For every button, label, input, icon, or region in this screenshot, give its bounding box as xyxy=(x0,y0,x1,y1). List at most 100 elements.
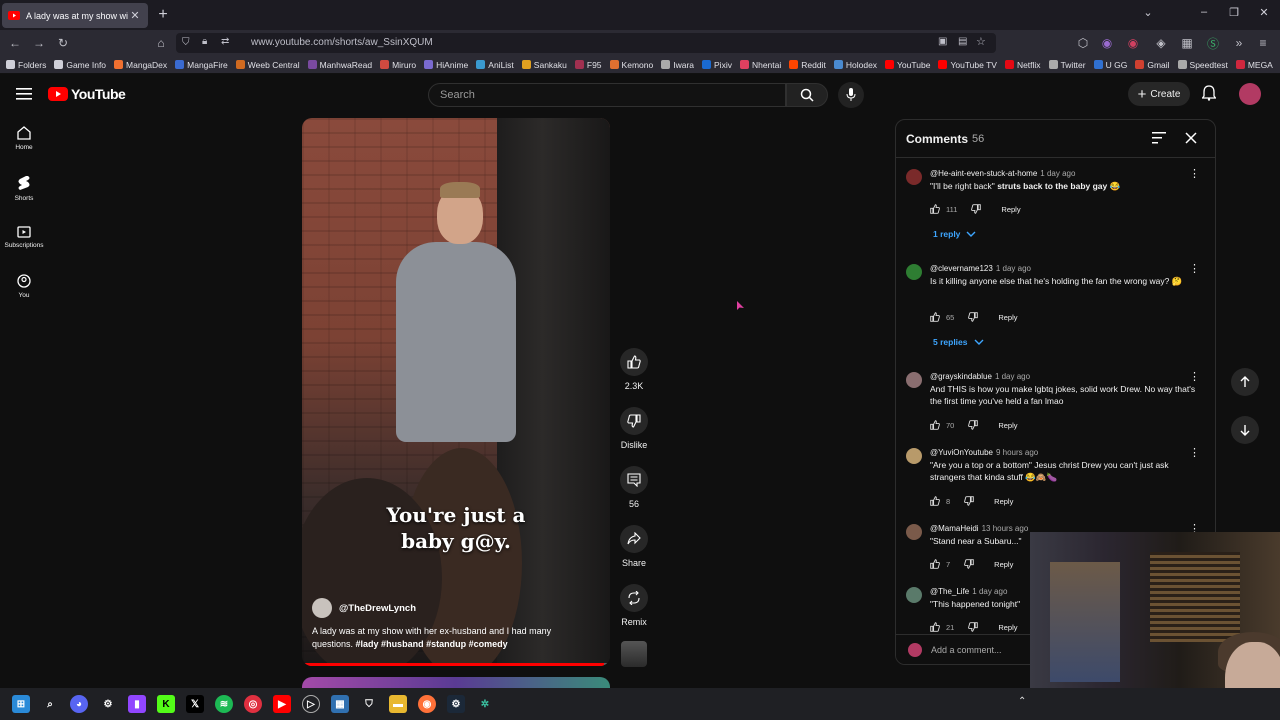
next-short-button[interactable] xyxy=(1231,416,1259,444)
commenter-handle[interactable]: @MamaHeidi xyxy=(930,524,979,533)
tray-chevron-icon[interactable]: ⌃ xyxy=(1018,696,1026,707)
sidebar-item-you[interactable]: You xyxy=(0,274,48,299)
comment-time[interactable]: 1 day ago xyxy=(1040,169,1075,178)
thumbs-up-icon[interactable] xyxy=(930,312,940,322)
x-twitter-icon[interactable]: 𝕏 xyxy=(186,695,204,713)
list-tabs-icon[interactable]: ⌄ xyxy=(1138,6,1158,19)
start-icon[interactable]: ⊞ xyxy=(12,695,30,713)
create-button[interactable]: + Create xyxy=(1128,82,1190,106)
thumbs-up-icon[interactable] xyxy=(930,622,940,632)
commenter-handle[interactable]: @grayskindablue xyxy=(930,372,992,381)
minimize-button[interactable]: – xyxy=(1194,6,1214,18)
bookmark-item[interactable]: U GG xyxy=(1093,60,1127,70)
close-comments-icon[interactable] xyxy=(1184,131,1198,145)
next-short-preview[interactable] xyxy=(302,677,610,688)
voice-search-button[interactable] xyxy=(838,82,864,108)
thumbs-down-icon[interactable] xyxy=(971,204,982,214)
view-replies-button[interactable]: 5 replies xyxy=(933,337,984,347)
extension-purple-icon[interactable]: ◉ xyxy=(1098,34,1116,52)
view-replies-button[interactable]: 1 reply xyxy=(933,229,976,239)
twitch-icon[interactable]: ▮ xyxy=(128,695,146,713)
share-button[interactable]: Share xyxy=(618,525,650,568)
bookmark-item[interactable]: YouTube xyxy=(885,60,930,70)
remix-button[interactable]: Remix xyxy=(618,584,650,627)
channel-name[interactable]: @TheDrewLynch xyxy=(339,603,416,614)
thumbs-up-icon[interactable] xyxy=(930,420,940,430)
commenter-handle[interactable]: @He-aint-even-stuck-at-home xyxy=(930,169,1037,178)
description-hashtags[interactable]: #lady #husband #standup #comedy xyxy=(356,639,508,649)
bookmark-item[interactable]: Speedtest xyxy=(1177,60,1228,70)
commenter-avatar[interactable] xyxy=(906,448,922,464)
screenshot-icon[interactable]: ▣ xyxy=(938,36,947,47)
previous-short-button[interactable] xyxy=(1231,368,1259,396)
bookmark-item[interactable]: Holodex xyxy=(833,60,877,70)
notifications-bell-icon[interactable] xyxy=(1202,85,1216,101)
back-icon[interactable]: ← xyxy=(6,34,24,52)
file-explorer-icon[interactable]: ▬ xyxy=(389,695,407,713)
reply-button[interactable]: Reply xyxy=(1001,205,1020,214)
url-text[interactable]: www.youtube.com/shorts/aw_SsinXQUM xyxy=(251,37,433,48)
extension-square-icon[interactable]: ▦ xyxy=(1178,34,1196,52)
bookmark-item[interactable]: Nhentai xyxy=(739,60,781,70)
thumbs-down-icon[interactable] xyxy=(964,559,974,569)
bookmark-item[interactable]: YouTube TV xyxy=(938,60,997,70)
thumbs-down-icon[interactable] xyxy=(968,420,979,430)
bookmark-item[interactable]: HiAnime xyxy=(424,60,468,70)
reply-button[interactable]: Reply xyxy=(998,623,1017,632)
thumbs-down-icon[interactable] xyxy=(968,622,979,632)
commenter-avatar[interactable] xyxy=(906,524,922,540)
comment-time[interactable]: 1 day ago xyxy=(972,587,1007,596)
comments-button[interactable]: 56 xyxy=(618,466,650,509)
reply-button[interactable]: Reply xyxy=(994,497,1013,506)
menu-hamburger-icon[interactable]: ≡ xyxy=(1254,34,1272,52)
shield-app-icon[interactable]: ⛉ xyxy=(360,695,378,713)
bookmark-item[interactable]: Folders xyxy=(6,60,46,70)
commenter-avatar[interactable] xyxy=(906,264,922,280)
channel-link[interactable]: @TheDrewLynch xyxy=(312,598,416,618)
photos-icon[interactable]: ▦ xyxy=(331,695,349,713)
shorts-video-player[interactable]: You're just a baby g@y. @TheDrewLynch A … xyxy=(302,118,610,666)
comment-more-icon[interactable]: ⋮ xyxy=(1189,448,1200,459)
commenter-avatar[interactable] xyxy=(906,372,922,388)
comment-time[interactable]: 13 hours ago xyxy=(982,524,1029,533)
sidebar-item-home[interactable]: Home xyxy=(0,126,48,151)
kick-icon[interactable]: K xyxy=(157,695,175,713)
forward-icon[interactable]: → xyxy=(30,34,48,52)
thumbs-up-icon[interactable] xyxy=(930,559,940,569)
video-description[interactable]: A lady was at my show with her ex-husban… xyxy=(312,625,582,651)
bookmark-item[interactable]: MangaDex xyxy=(114,60,167,70)
taskbar-search-icon[interactable]: ⌕ xyxy=(41,695,59,713)
permissions-icon[interactable]: ⇄ xyxy=(221,36,229,47)
search-input[interactable]: Search xyxy=(428,83,786,107)
steam-icon[interactable]: ⚙ xyxy=(447,695,465,713)
browser-tab-active[interactable]: A lady was at my show wit ✕ xyxy=(2,3,148,28)
bookmark-item[interactable]: Reddit xyxy=(789,60,826,70)
bookmark-item[interactable]: F95 xyxy=(574,60,602,70)
video-progress-bar[interactable] xyxy=(302,663,610,666)
home-icon[interactable]: ⌂ xyxy=(152,34,170,52)
bookmark-item[interactable]: MEGA xyxy=(1235,60,1273,70)
discord-icon[interactable]: ◕ xyxy=(70,695,88,713)
sort-icon[interactable] xyxy=(1152,132,1166,144)
commenter-handle[interactable]: @clevername123 xyxy=(930,264,993,273)
extension-red-icon[interactable]: ◉ xyxy=(1124,34,1142,52)
reply-button[interactable]: Reply xyxy=(998,313,1017,322)
thumbs-up-icon[interactable] xyxy=(930,496,940,506)
reload-icon[interactable]: ↻ xyxy=(54,34,72,52)
shield-icon[interactable]: ⛉ xyxy=(182,37,190,48)
close-tab-icon[interactable]: ✕ xyxy=(128,9,142,22)
account-avatar[interactable] xyxy=(1239,83,1261,105)
bookmark-item[interactable]: Sankaku xyxy=(521,60,567,70)
bookmark-item[interactable]: ManhwaRead xyxy=(307,60,372,70)
thumbs-up-icon[interactable] xyxy=(930,204,940,214)
sound-thumbnail[interactable] xyxy=(621,641,647,667)
thumbs-down-icon[interactable] xyxy=(964,496,974,506)
commenter-handle[interactable]: @YuviOnYoutube xyxy=(930,448,993,457)
tool-app-icon[interactable]: ✲ xyxy=(476,695,494,713)
commenter-handle[interactable]: @The_Life xyxy=(930,587,969,596)
add-comment-input[interactable]: Add a comment... xyxy=(931,645,1002,655)
bookmark-item[interactable]: AniList xyxy=(476,60,514,70)
reader-view-icon[interactable]: ▤ xyxy=(958,36,967,47)
extensions-icon[interactable]: ⬡ xyxy=(1074,34,1092,52)
youtube-app-icon[interactable]: ▶ xyxy=(273,695,291,713)
